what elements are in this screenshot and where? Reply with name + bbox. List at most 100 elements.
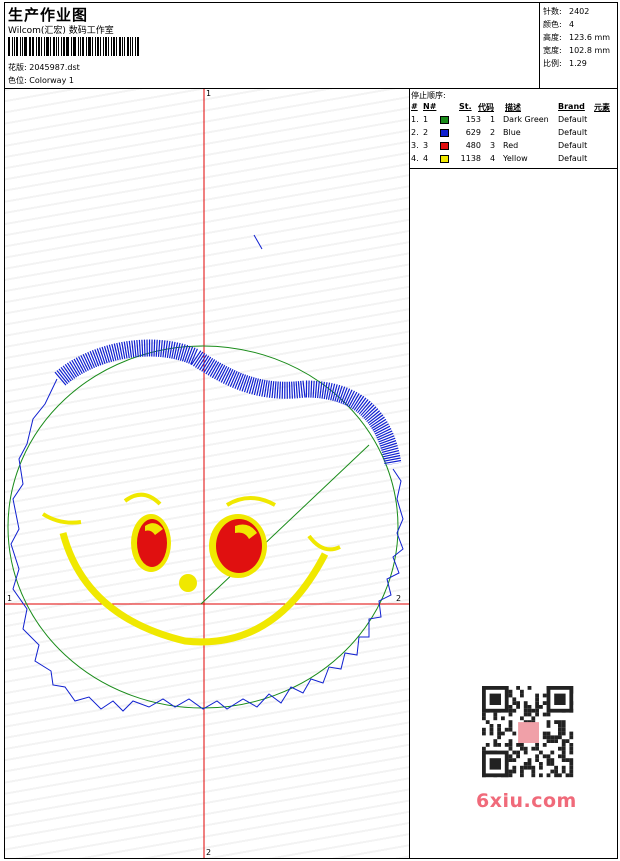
barcode-bar bbox=[19, 37, 21, 56]
qr-module bbox=[527, 712, 532, 717]
qr-module bbox=[527, 705, 532, 709]
qr-module bbox=[542, 712, 547, 717]
row-code: 2 bbox=[490, 128, 496, 137]
qr-module bbox=[558, 754, 562, 759]
qr-module bbox=[561, 754, 566, 759]
barcode-bar bbox=[86, 37, 88, 56]
barcode-bar bbox=[41, 37, 43, 56]
qr-module bbox=[550, 758, 555, 762]
qr-module bbox=[508, 689, 513, 694]
qr-module bbox=[497, 731, 501, 736]
qr-module bbox=[504, 727, 509, 732]
stat-width: 宽度: 102.8 mm bbox=[543, 46, 611, 55]
stop-table-row: 4. 4 1138 4 Yellow Default bbox=[410, 154, 618, 167]
col-code: 代码 bbox=[478, 103, 494, 112]
qr-module bbox=[508, 769, 513, 774]
qr-module bbox=[535, 693, 539, 698]
qr-module bbox=[561, 746, 566, 751]
qr-module bbox=[508, 758, 513, 762]
qr-module bbox=[520, 746, 524, 751]
col-index: # bbox=[411, 102, 418, 111]
barcode-bar bbox=[32, 37, 35, 56]
qr-module bbox=[482, 731, 486, 736]
yellow-nose bbox=[179, 574, 197, 592]
qr-module bbox=[561, 724, 566, 728]
qr-module bbox=[512, 701, 517, 705]
qr-module bbox=[535, 743, 539, 747]
barcode-bar bbox=[107, 37, 109, 56]
stop-table-header: # N# St. 代码 描述 Brand 元素 bbox=[410, 102, 618, 113]
barcode-bar bbox=[52, 37, 55, 56]
thread-color-swatch bbox=[440, 129, 449, 137]
row-index: 2. bbox=[411, 128, 419, 137]
qr-module bbox=[497, 724, 501, 728]
stop-sequence-panel: 停止顺序: # N# St. 代码 描述 Brand 元素 1. 1 153 1 Dar… bbox=[410, 89, 618, 169]
qr-module bbox=[569, 750, 574, 755]
qr-code-image bbox=[482, 686, 574, 778]
qr-module bbox=[535, 712, 539, 717]
barcode-bar bbox=[62, 37, 65, 56]
qr-module bbox=[554, 735, 558, 740]
barcode-bar bbox=[72, 37, 74, 56]
watermark-brand: 6xiu.com bbox=[476, 790, 577, 812]
qr-module bbox=[504, 743, 509, 747]
qr-module bbox=[493, 739, 498, 743]
qr-module bbox=[512, 708, 517, 713]
qr-module bbox=[546, 712, 551, 717]
barcode-bar bbox=[135, 37, 137, 56]
qr-module bbox=[542, 701, 547, 705]
qr-module bbox=[489, 731, 494, 736]
row-stitches: 480 bbox=[465, 141, 481, 150]
qr-module bbox=[520, 743, 524, 747]
thread-color-swatch bbox=[440, 116, 449, 124]
barcode-bar bbox=[30, 37, 32, 56]
barcode-bar bbox=[78, 37, 80, 56]
row-description: Red bbox=[503, 141, 519, 150]
qr-seal bbox=[518, 722, 539, 743]
qr-module bbox=[485, 720, 490, 724]
qr-module bbox=[531, 716, 536, 721]
barcode-bar bbox=[65, 37, 69, 56]
qr-module bbox=[565, 739, 570, 743]
row-code: 4 bbox=[490, 154, 496, 163]
qr-module bbox=[482, 712, 486, 717]
qr-module bbox=[546, 739, 551, 743]
barcode-bar bbox=[8, 37, 10, 56]
row-stitches: 629 bbox=[465, 128, 481, 137]
qr-module bbox=[508, 705, 513, 709]
qr-module bbox=[516, 754, 520, 759]
qr-module bbox=[527, 686, 532, 690]
qr-module bbox=[485, 743, 490, 747]
barcode-bar bbox=[46, 37, 50, 56]
company-name: Wilcom(汇宏) 数码工作室 bbox=[8, 26, 114, 36]
qr-module bbox=[512, 750, 517, 755]
barcode-bar bbox=[74, 37, 77, 56]
qr-module bbox=[508, 693, 513, 698]
qr-module bbox=[523, 750, 528, 755]
qr-module bbox=[561, 743, 566, 747]
qr-module bbox=[550, 769, 555, 774]
qr-module bbox=[561, 727, 566, 732]
design-canvas[interactable]: 1 2 1 2 bbox=[5, 89, 409, 858]
thread-color-swatch bbox=[440, 142, 449, 150]
barcode-bar bbox=[122, 37, 124, 56]
qr-module bbox=[497, 735, 501, 740]
qr-module bbox=[569, 765, 574, 770]
qr-module bbox=[531, 765, 536, 770]
header-divider bbox=[539, 2, 540, 88]
barcode-bar bbox=[82, 37, 85, 56]
qr-module bbox=[520, 773, 524, 778]
qr-module bbox=[561, 765, 566, 770]
qr-module bbox=[482, 746, 486, 751]
barcode-bar bbox=[92, 37, 93, 56]
qr-module bbox=[508, 724, 513, 728]
right-eyebrow bbox=[225, 496, 276, 507]
row-stitches: 153 bbox=[465, 115, 481, 124]
col-description: 描述 bbox=[505, 103, 521, 112]
row-code: 1 bbox=[490, 115, 496, 124]
qr-module bbox=[561, 720, 566, 724]
barcode-bar bbox=[110, 37, 112, 56]
qr-module bbox=[512, 731, 517, 736]
barcode-bar bbox=[80, 37, 82, 56]
row-description: Dark Green bbox=[503, 115, 549, 124]
